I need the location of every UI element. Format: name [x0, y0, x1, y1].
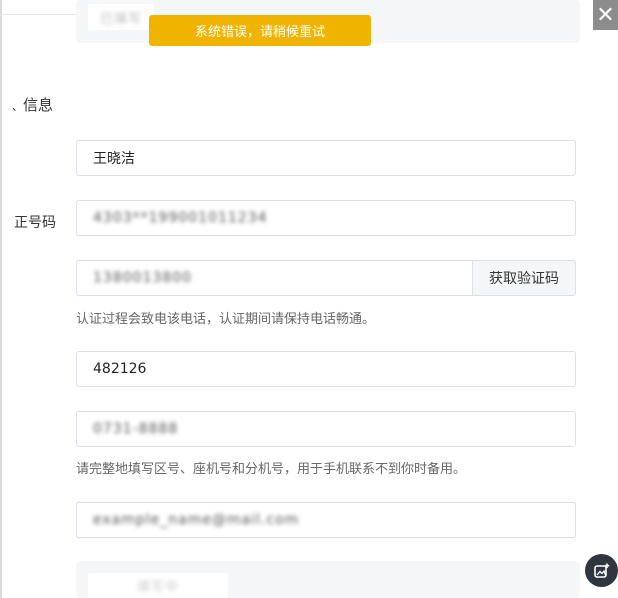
- left-border: [0, 0, 2, 598]
- get-code-label: 获取验证码: [489, 271, 559, 287]
- toast-message: 系统错误，请稍候重试: [194, 25, 325, 40]
- error-toast: 系统错误，请稍候重试: [149, 15, 371, 46]
- landline-hint: 请完整地填写区号、座机号和分机号，用于手机联系不到你时备用。: [76, 462, 467, 477]
- landline-input-value: 0731-8888: [93, 421, 179, 437]
- image-edit-icon: [593, 563, 609, 578]
- phone-input[interactable]: 1380013800: [76, 260, 473, 296]
- close-button[interactable]: ✕: [593, 0, 618, 30]
- verification-code-value: 482126: [93, 361, 147, 377]
- floating-action-button[interactable]: [585, 554, 618, 587]
- id-number-value: 4303**199001011234: [93, 210, 268, 226]
- section-title: 、信息: [12, 94, 53, 115]
- landline-input[interactable]: 0731-8888: [76, 411, 576, 447]
- get-code-button[interactable]: 获取验证码: [472, 260, 576, 296]
- section-title-prefix: 、: [12, 100, 23, 113]
- email-input-value: example_name@mail.com: [93, 512, 300, 528]
- id-number-input[interactable]: 4303**199001011234: [76, 200, 576, 236]
- name-input[interactable]: 王晓洁: [76, 140, 576, 176]
- section-title-text: 信息: [23, 96, 54, 114]
- top-field-text: 已填写: [99, 11, 142, 27]
- phone-input-value: 1380013800: [93, 270, 193, 286]
- email-input[interactable]: example_name@mail.com: [76, 502, 576, 538]
- close-icon: ✕: [596, 2, 615, 28]
- bottom-field-area: 填写中: [76, 561, 580, 598]
- phone-hint: 认证过程会致电该电话，认证期间请保持电话畅通。: [76, 312, 376, 327]
- verification-code-input[interactable]: 482126: [76, 351, 576, 387]
- top-field-inner: 已填写: [88, 4, 154, 30]
- id-number-label: 正号码: [14, 215, 56, 231]
- bottom-field-text: 填写中: [136, 580, 179, 595]
- bottom-field-inner: 填写中: [88, 573, 228, 598]
- name-input-value: 王晓洁: [93, 151, 135, 167]
